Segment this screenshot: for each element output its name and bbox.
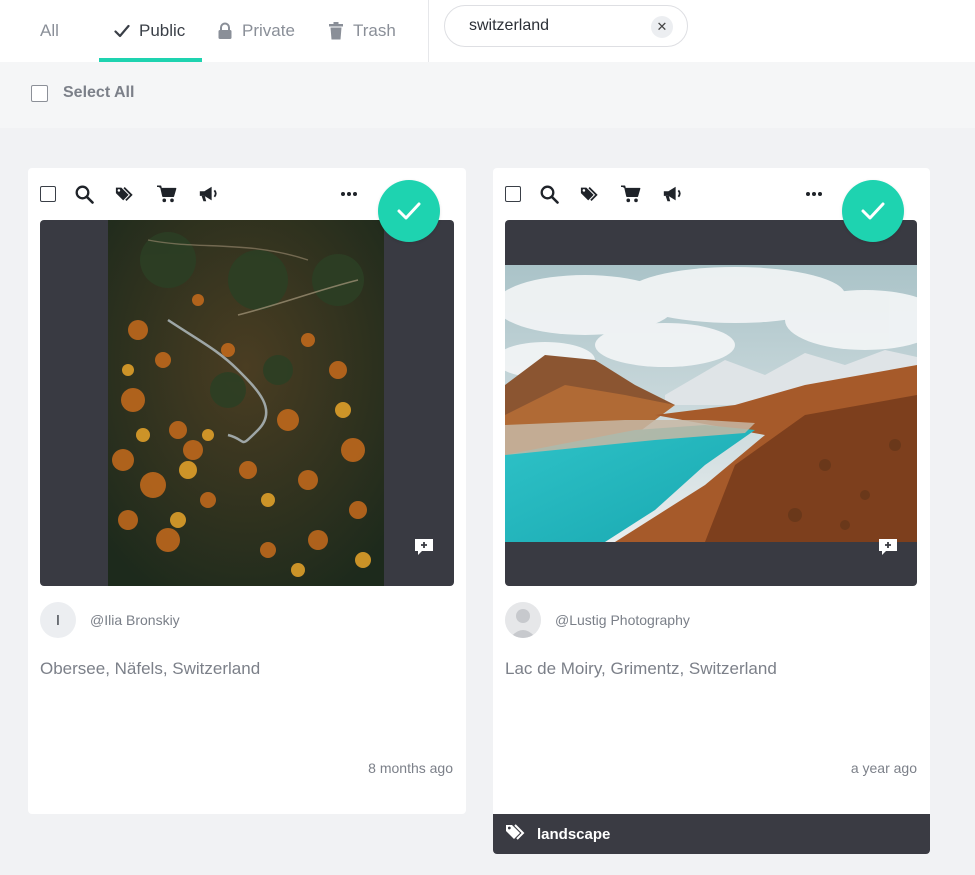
select-bar: Select All [0,62,975,128]
select-all-label[interactable]: Select All [63,84,134,102]
photo-preview[interactable] [505,220,917,586]
tab-all-label: All [40,21,59,40]
tab-private[interactable]: Private [216,0,295,62]
photo-image [505,265,917,542]
comment-icon[interactable] [414,538,434,556]
photo-preview[interactable] [40,220,454,586]
tab-public-label: Public [139,21,186,40]
tab-private-label: Private [242,21,295,40]
owner-name[interactable]: @Ilia Bronskiy [90,612,180,628]
tab-trash[interactable]: Trash [327,0,396,62]
search-input[interactable] [469,15,649,37]
search-box: ✕ [444,5,688,47]
photo-card[interactable]: I @Ilia Bronskiy Obersee, Näfels, Switze… [28,168,466,814]
photo-card[interactable]: @Lustig Photography Lac de Moiry, Grimen… [493,168,930,854]
tag-icon[interactable] [115,184,135,204]
top-bar: All Public Private Trash ✕ [0,0,975,62]
photo-image [108,220,384,586]
more-icon[interactable] [804,184,824,204]
selected-check-badge[interactable] [378,180,440,242]
tab-all[interactable]: All [40,0,59,62]
megaphone-icon[interactable] [198,184,218,204]
cart-icon[interactable] [157,184,177,204]
photo-owner: @Lustig Photography [505,602,690,638]
cart-icon[interactable] [621,184,641,204]
tag-icon [505,823,527,846]
owner-name[interactable]: @Lustig Photography [555,612,690,628]
tab-trash-label: Trash [353,21,396,40]
photo-title: Obersee, Näfels, Switzerland [40,659,261,678]
megaphone-icon[interactable] [662,184,682,204]
trash-icon [327,22,345,40]
photo-owner: I @Ilia Bronskiy [40,602,180,638]
more-icon[interactable] [339,184,359,204]
lock-icon [216,22,234,40]
tag-bar: landscape [493,814,930,854]
close-icon[interactable]: ✕ [651,16,673,38]
divider [428,0,429,62]
select-all-checkbox[interactable] [31,85,48,102]
tag-label[interactable]: landscape [537,826,610,843]
search-icon[interactable] [74,184,94,204]
user-silhouette-icon [505,602,541,638]
photo-timestamp: a year ago [850,760,917,776]
tag-icon[interactable] [580,184,600,204]
avatar[interactable] [505,602,541,638]
avatar[interactable]: I [40,602,76,638]
comment-icon[interactable] [878,538,898,556]
card-select-checkbox[interactable] [40,186,56,202]
photo-title: Lac de Moiry, Grimentz, Switzerland [505,659,777,678]
photo-timestamp: 8 months ago [368,760,453,776]
card-select-checkbox[interactable] [505,186,521,202]
search-icon[interactable] [539,184,559,204]
selected-check-badge[interactable] [842,180,904,242]
check-icon [113,22,131,40]
tab-public[interactable]: Public [113,0,185,62]
